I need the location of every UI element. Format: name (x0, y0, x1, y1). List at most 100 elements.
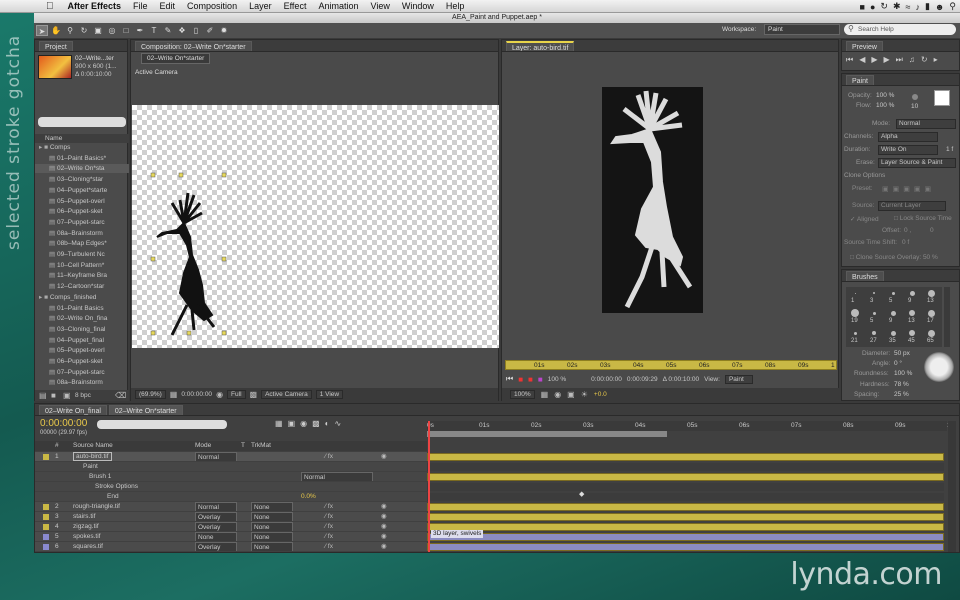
layer-mode-select[interactable]: Normal (195, 452, 237, 461)
timeline-layer-row[interactable]: 4 zigzag.tif Overlay None ⁄ fx ◉ (35, 522, 427, 531)
new-folder-icon[interactable]: ■ (51, 391, 56, 400)
eye-icon[interactable]: ◉ (381, 542, 387, 551)
bluetooth-icon[interactable]: ✱ (893, 1, 901, 12)
eye-icon[interactable]: ◉ (381, 512, 387, 521)
trkmat-select[interactable]: None (251, 532, 293, 541)
camera-select[interactable]: Active Camera (261, 390, 312, 399)
layer-duration-bar[interactable] (427, 503, 944, 511)
grid-icon[interactable]: ▦ (170, 390, 178, 399)
resolution-select[interactable]: Full (227, 390, 246, 399)
roundness-value[interactable]: 100 % (894, 370, 912, 377)
eye-icon[interactable]: ◉ (381, 532, 387, 541)
menu-effect[interactable]: Effect (278, 1, 313, 11)
mode-select[interactable]: Normal (896, 119, 956, 129)
flow-value[interactable]: 100 % (876, 102, 894, 109)
layer-name[interactable]: End (107, 492, 119, 501)
last-frame-icon[interactable]: ⏭ (896, 55, 903, 65)
shy-icon[interactable]: ◉ (300, 419, 307, 428)
comp-zoom-select[interactable]: (69.9%) (135, 390, 166, 399)
brush-preset[interactable]: 1 (846, 287, 865, 307)
project-item[interactable]: ▤ 01–Paint Basics* (35, 154, 129, 163)
layer-mode-select[interactable]: Overlay (195, 522, 237, 531)
clone-overlay-value[interactable]: 50 % (923, 254, 938, 261)
layer-mode-select[interactable]: Normal (195, 502, 237, 511)
offset-y[interactable]: 0 (930, 227, 934, 234)
timeline-layer-row[interactable]: 6 squares.tif Overlay None ⁄ fx ◉ (35, 542, 427, 551)
label-color-swatch[interactable] (43, 544, 49, 550)
project-item[interactable]: ▤ 12–Cartoon*star (35, 282, 129, 291)
project-item[interactable]: ▤ 05–Puppet-overl (35, 346, 129, 355)
brush-preset[interactable]: 5 (865, 307, 884, 327)
menu-composition[interactable]: Composition (181, 1, 243, 11)
duration-select[interactable]: Write On (878, 145, 938, 155)
layer-name[interactable]: zigzag.tif (73, 522, 99, 531)
menu-file[interactable]: File (127, 1, 154, 11)
menu-extra-icon[interactable]: ■ (860, 2, 865, 12)
menu-edit[interactable]: Edit (154, 1, 182, 11)
fx-switch-icon[interactable]: ⁄ fx (325, 502, 333, 511)
project-column-name[interactable]: Name (35, 134, 129, 143)
layer-mode-select[interactable]: Overlay (195, 542, 237, 551)
layer-name[interactable]: squares.tif (73, 542, 103, 551)
trkmat-select[interactable]: None (251, 502, 293, 511)
comp-current-time[interactable]: 0:00:00:00 (181, 391, 212, 398)
brush-preset[interactable]: 19 (846, 307, 865, 327)
brush-preset[interactable]: 13 (922, 287, 941, 307)
angle-value[interactable]: 0 ° (894, 360, 902, 367)
layer-time-in[interactable]: 0:00:00:00 (591, 376, 622, 383)
trash-icon[interactable]: ⌫ (115, 391, 126, 400)
diameter-value[interactable]: 50 px (894, 350, 910, 357)
label-color-swatch[interactable] (43, 504, 49, 510)
project-item[interactable]: ▤ 10–Cell Pattern* (35, 261, 129, 270)
layer-name[interactable]: Stroke Options (95, 482, 138, 491)
channel-icon[interactable]: ◉ (554, 390, 561, 399)
tab-timeline-starter[interactable]: 02–Write On*starter (108, 405, 183, 415)
exposure-value[interactable]: +0.0 (594, 391, 607, 398)
brush-preset[interactable]: 9 (903, 287, 922, 307)
brush-preset[interactable]: 5 (884, 287, 903, 307)
motion-blur-icon[interactable]: ◐ (325, 419, 330, 428)
comp-sub-tab[interactable]: 02–Write On*starter (141, 53, 211, 64)
pen-tool-icon[interactable]: ✒ (134, 25, 146, 36)
hand-tool-icon[interactable]: ✋ (50, 25, 62, 36)
spotlight-icon[interactable]: ⚲ (949, 1, 956, 12)
loop-icon[interactable]: ↻ (921, 55, 928, 65)
tab-project[interactable]: Project (39, 41, 73, 51)
brush-tip-icon[interactable] (912, 94, 918, 100)
type-tool-icon[interactable]: T (148, 25, 160, 36)
project-search-input[interactable] (38, 117, 126, 127)
project-item[interactable]: ▤ 11–Keyframe Bra (35, 271, 129, 280)
record-icon[interactable]: ● (870, 2, 875, 12)
timeline-scrollbar[interactable] (948, 421, 956, 552)
timeline-layer-row[interactable]: 1 auto-bird.tif Normal ⁄ fx ◉ (35, 452, 427, 461)
snapshot-icon[interactable]: ◉ (216, 390, 223, 399)
project-item[interactable]: ▤ 01–Paint Basics (35, 304, 129, 313)
sync-icon[interactable]: ↻ (880, 1, 888, 12)
project-item[interactable]: ▤ 03–Cloning_final (35, 325, 129, 334)
project-item[interactable]: ▤ 02–Write On*sta (35, 164, 129, 174)
zoom-tool-icon[interactable]: ⚲ (64, 25, 76, 36)
rectangle-tool-icon[interactable]: □ (120, 25, 132, 36)
project-item[interactable]: ▤ 08a–Brainstorm (35, 229, 129, 238)
layer-zoom-select[interactable]: 100% (510, 390, 535, 399)
layer-duration-bar[interactable] (427, 523, 944, 531)
label-color-swatch[interactable] (43, 534, 49, 540)
clone-stamp-tool-icon[interactable]: ❖ (176, 25, 188, 36)
go-to-start-icon[interactable]: ⏮ (506, 374, 513, 384)
foreground-color-swatch[interactable] (934, 90, 950, 106)
new-comp-icon[interactable]: ▣ (63, 391, 71, 400)
label-color-swatch[interactable] (43, 454, 49, 460)
ripple-insert-icon[interactable]: ■ (538, 375, 543, 384)
set-out-icon[interactable]: ■ (528, 375, 533, 384)
current-time-indicator[interactable] (428, 421, 430, 552)
timeline-layer-row[interactable]: 5 spokes.tif None None ⁄ fx ◉ (35, 532, 427, 541)
layer-name[interactable]: spokes.tif (73, 532, 100, 541)
menu-view[interactable]: View (364, 1, 395, 11)
timeline-layer-row[interactable]: Paint (35, 462, 427, 471)
eye-icon[interactable]: ◉ (381, 522, 387, 531)
wifi-icon[interactable]: ≈ (906, 2, 911, 12)
brush-preset[interactable]: 17 (922, 307, 941, 327)
project-item[interactable]: ▤ 07–Puppet-starc (35, 218, 129, 227)
graph-editor-icon[interactable]: ∿ (335, 419, 342, 428)
label-color-swatch[interactable] (43, 524, 49, 530)
